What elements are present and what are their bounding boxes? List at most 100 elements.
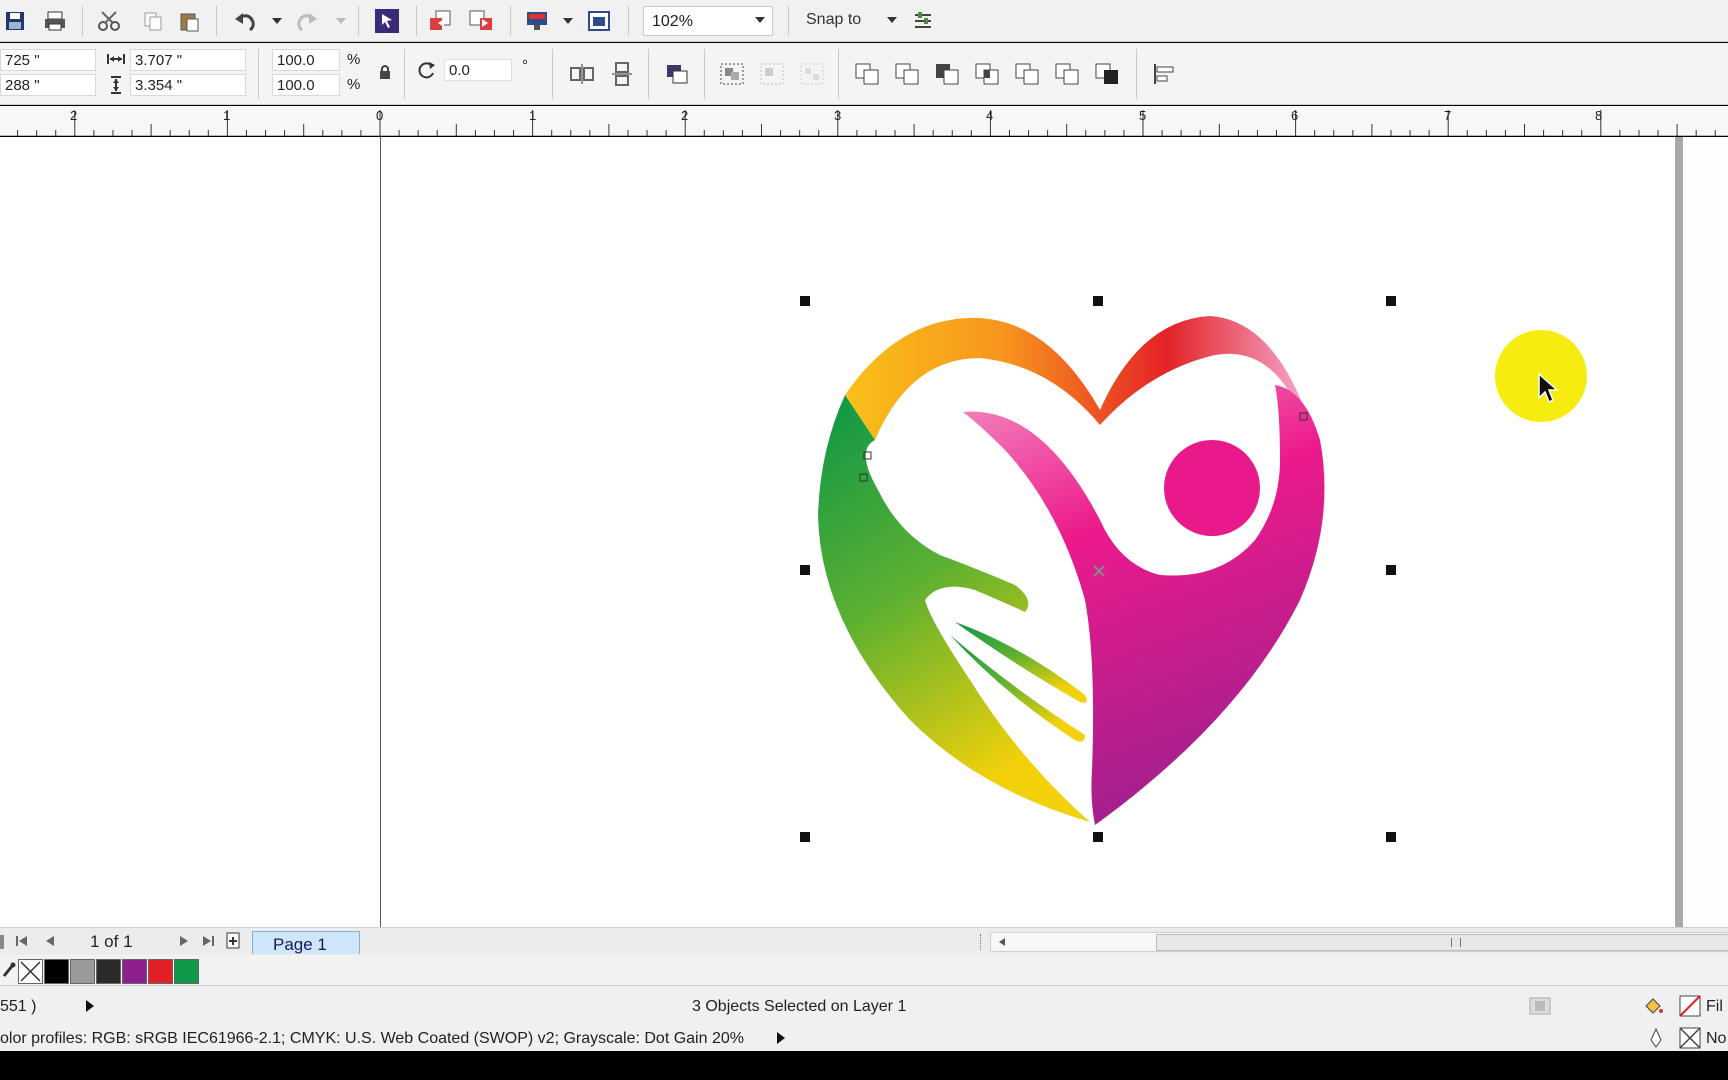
palette-swatch[interactable] xyxy=(148,959,173,984)
palette-swatch[interactable] xyxy=(70,959,95,984)
ruler-label: 8 xyxy=(1595,108,1603,123)
scale-x-field[interactable]: 100.0 xyxy=(272,49,340,71)
selection-handle-right[interactable] xyxy=(1386,565,1396,575)
status-expand-icon[interactable] xyxy=(80,994,100,1018)
page-shadow-right xyxy=(1675,137,1683,927)
search-content-icon[interactable] xyxy=(372,6,402,36)
align-distribute-icon[interactable] xyxy=(1150,59,1180,89)
front-minus-back-icon[interactable] xyxy=(1052,59,1082,89)
palette-swatch[interactable] xyxy=(174,959,199,984)
x-position-field[interactable]: 725 " xyxy=(0,49,96,71)
horizontal-scrollbar[interactable] xyxy=(990,932,1728,952)
application-launcher-icon[interactable] xyxy=(522,6,552,36)
palette-swatch[interactable] xyxy=(44,959,69,984)
print-icon[interactable] xyxy=(40,6,70,36)
desktop-area-right xyxy=(1683,137,1728,927)
snap-to-button[interactable]: Snap to xyxy=(806,11,861,29)
zoom-level-value: 102% xyxy=(652,13,693,30)
mirror-horizontal-icon[interactable] xyxy=(567,59,597,89)
horizontal-ruler[interactable]: 2 1 0 1 2 3 4 5 6 7 8 xyxy=(0,106,1728,136)
palette-swatch[interactable] xyxy=(122,959,147,984)
cursor-coordinates: 551 ) xyxy=(0,998,37,1015)
snap-to-dropdown-icon[interactable] xyxy=(887,17,897,23)
selection-handle-bottom[interactable] xyxy=(1093,832,1103,842)
add-page-icon[interactable] xyxy=(222,928,246,954)
ruler-label: 6 xyxy=(1291,108,1299,123)
options-icon[interactable] xyxy=(908,6,938,36)
height-icon xyxy=(104,73,128,97)
horizontal-scrollbar-thumb[interactable] xyxy=(1156,934,1728,951)
color-profiles-expand-icon[interactable] xyxy=(772,1028,790,1048)
save-icon[interactable] xyxy=(0,6,30,36)
fill-none-swatch-icon[interactable] xyxy=(1677,994,1703,1018)
mirror-vertical-icon[interactable] xyxy=(607,59,637,89)
paste-icon[interactable] xyxy=(174,6,204,36)
height-value: 3.354 " xyxy=(135,77,183,94)
color-profiles-info[interactable]: olor profiles: RGB: sRGB IEC61966-2.1; C… xyxy=(0,1030,744,1048)
previous-page-icon[interactable] xyxy=(38,928,62,954)
cut-icon[interactable] xyxy=(94,6,124,36)
ruler-label: 4 xyxy=(986,108,994,123)
mouse-pointer-icon xyxy=(1538,372,1559,404)
export-icon[interactable] xyxy=(466,6,496,36)
scrollbar-splitter[interactable] xyxy=(980,934,983,950)
welcome-screen-icon[interactable] xyxy=(584,6,614,36)
undo-icon[interactable] xyxy=(230,6,260,36)
combine-icon[interactable] xyxy=(852,59,882,89)
width-icon xyxy=(104,47,128,71)
scale-y-value: 100.0 xyxy=(277,77,315,94)
height-field[interactable]: 3.354 " xyxy=(130,74,246,96)
page-border-left xyxy=(380,137,381,927)
selection-handle-top-right[interactable] xyxy=(1386,296,1396,306)
fill-label: Fil xyxy=(1706,998,1723,1015)
next-page-icon[interactable] xyxy=(172,928,196,954)
status-bar: 551 ) 3 Objects Selected on Layer 1 Fil … xyxy=(0,985,1728,1051)
selection-handle-top[interactable] xyxy=(1093,296,1103,306)
ungroup-all-icon[interactable] xyxy=(797,59,827,89)
rotation-field[interactable]: 0.0 xyxy=(444,59,512,81)
y-position-field[interactable]: 288 " xyxy=(0,74,96,96)
no-color-swatch[interactable] xyxy=(18,959,43,984)
heart-logo-artwork[interactable] xyxy=(800,300,1400,840)
copy-icon[interactable] xyxy=(138,6,168,36)
undo-dropdown-icon[interactable] xyxy=(272,18,282,24)
simplify-icon[interactable] xyxy=(1012,59,1042,89)
tab-page-1[interactable]: Page 1 xyxy=(252,931,360,954)
back-minus-front-icon[interactable] xyxy=(1092,59,1122,89)
width-value: 3.707 " xyxy=(135,52,183,69)
redo-icon[interactable] xyxy=(292,6,322,36)
zoom-level-select[interactable]: 102% xyxy=(643,6,773,36)
ruler-label: 2 xyxy=(70,108,78,123)
scale-y-field[interactable]: 100.0 xyxy=(272,74,340,96)
page-nav-edge xyxy=(0,935,4,949)
selection-handle-bottom-left[interactable] xyxy=(800,832,810,842)
color-proof-icon[interactable] xyxy=(1526,994,1554,1018)
selection-handle-left[interactable] xyxy=(800,565,810,575)
rotate-icon xyxy=(414,57,440,83)
intersect-icon[interactable] xyxy=(972,59,1002,89)
selection-handle-bottom-right[interactable] xyxy=(1386,832,1396,842)
group-icon[interactable] xyxy=(717,59,747,89)
zoom-dropdown-icon[interactable] xyxy=(755,17,765,23)
fill-bucket-icon xyxy=(1640,994,1666,1018)
ungroup-icon[interactable] xyxy=(757,59,787,89)
scroll-left-icon[interactable] xyxy=(995,934,1009,950)
outline-none-swatch-icon[interactable] xyxy=(1677,1026,1703,1050)
color-palette xyxy=(0,955,1728,985)
eyedropper-icon[interactable] xyxy=(0,957,18,983)
selection-handle-top-left[interactable] xyxy=(800,296,810,306)
trim-icon[interactable] xyxy=(932,59,962,89)
last-page-icon[interactable] xyxy=(196,928,220,954)
palette-swatch[interactable] xyxy=(96,959,121,984)
ruler-label: 2 xyxy=(681,108,689,123)
lock-ratio-icon[interactable] xyxy=(372,59,398,85)
weld-icon[interactable] xyxy=(892,59,922,89)
order-icon[interactable] xyxy=(662,59,692,89)
redo-dropdown-icon[interactable] xyxy=(336,18,346,24)
width-field[interactable]: 3.707 " xyxy=(130,49,246,71)
x-position-value: 725 " xyxy=(5,52,40,69)
rotation-value: 0.0 xyxy=(449,62,470,79)
launcher-dropdown-icon[interactable] xyxy=(563,18,573,24)
import-icon[interactable] xyxy=(426,6,456,36)
first-page-icon[interactable] xyxy=(10,928,34,954)
